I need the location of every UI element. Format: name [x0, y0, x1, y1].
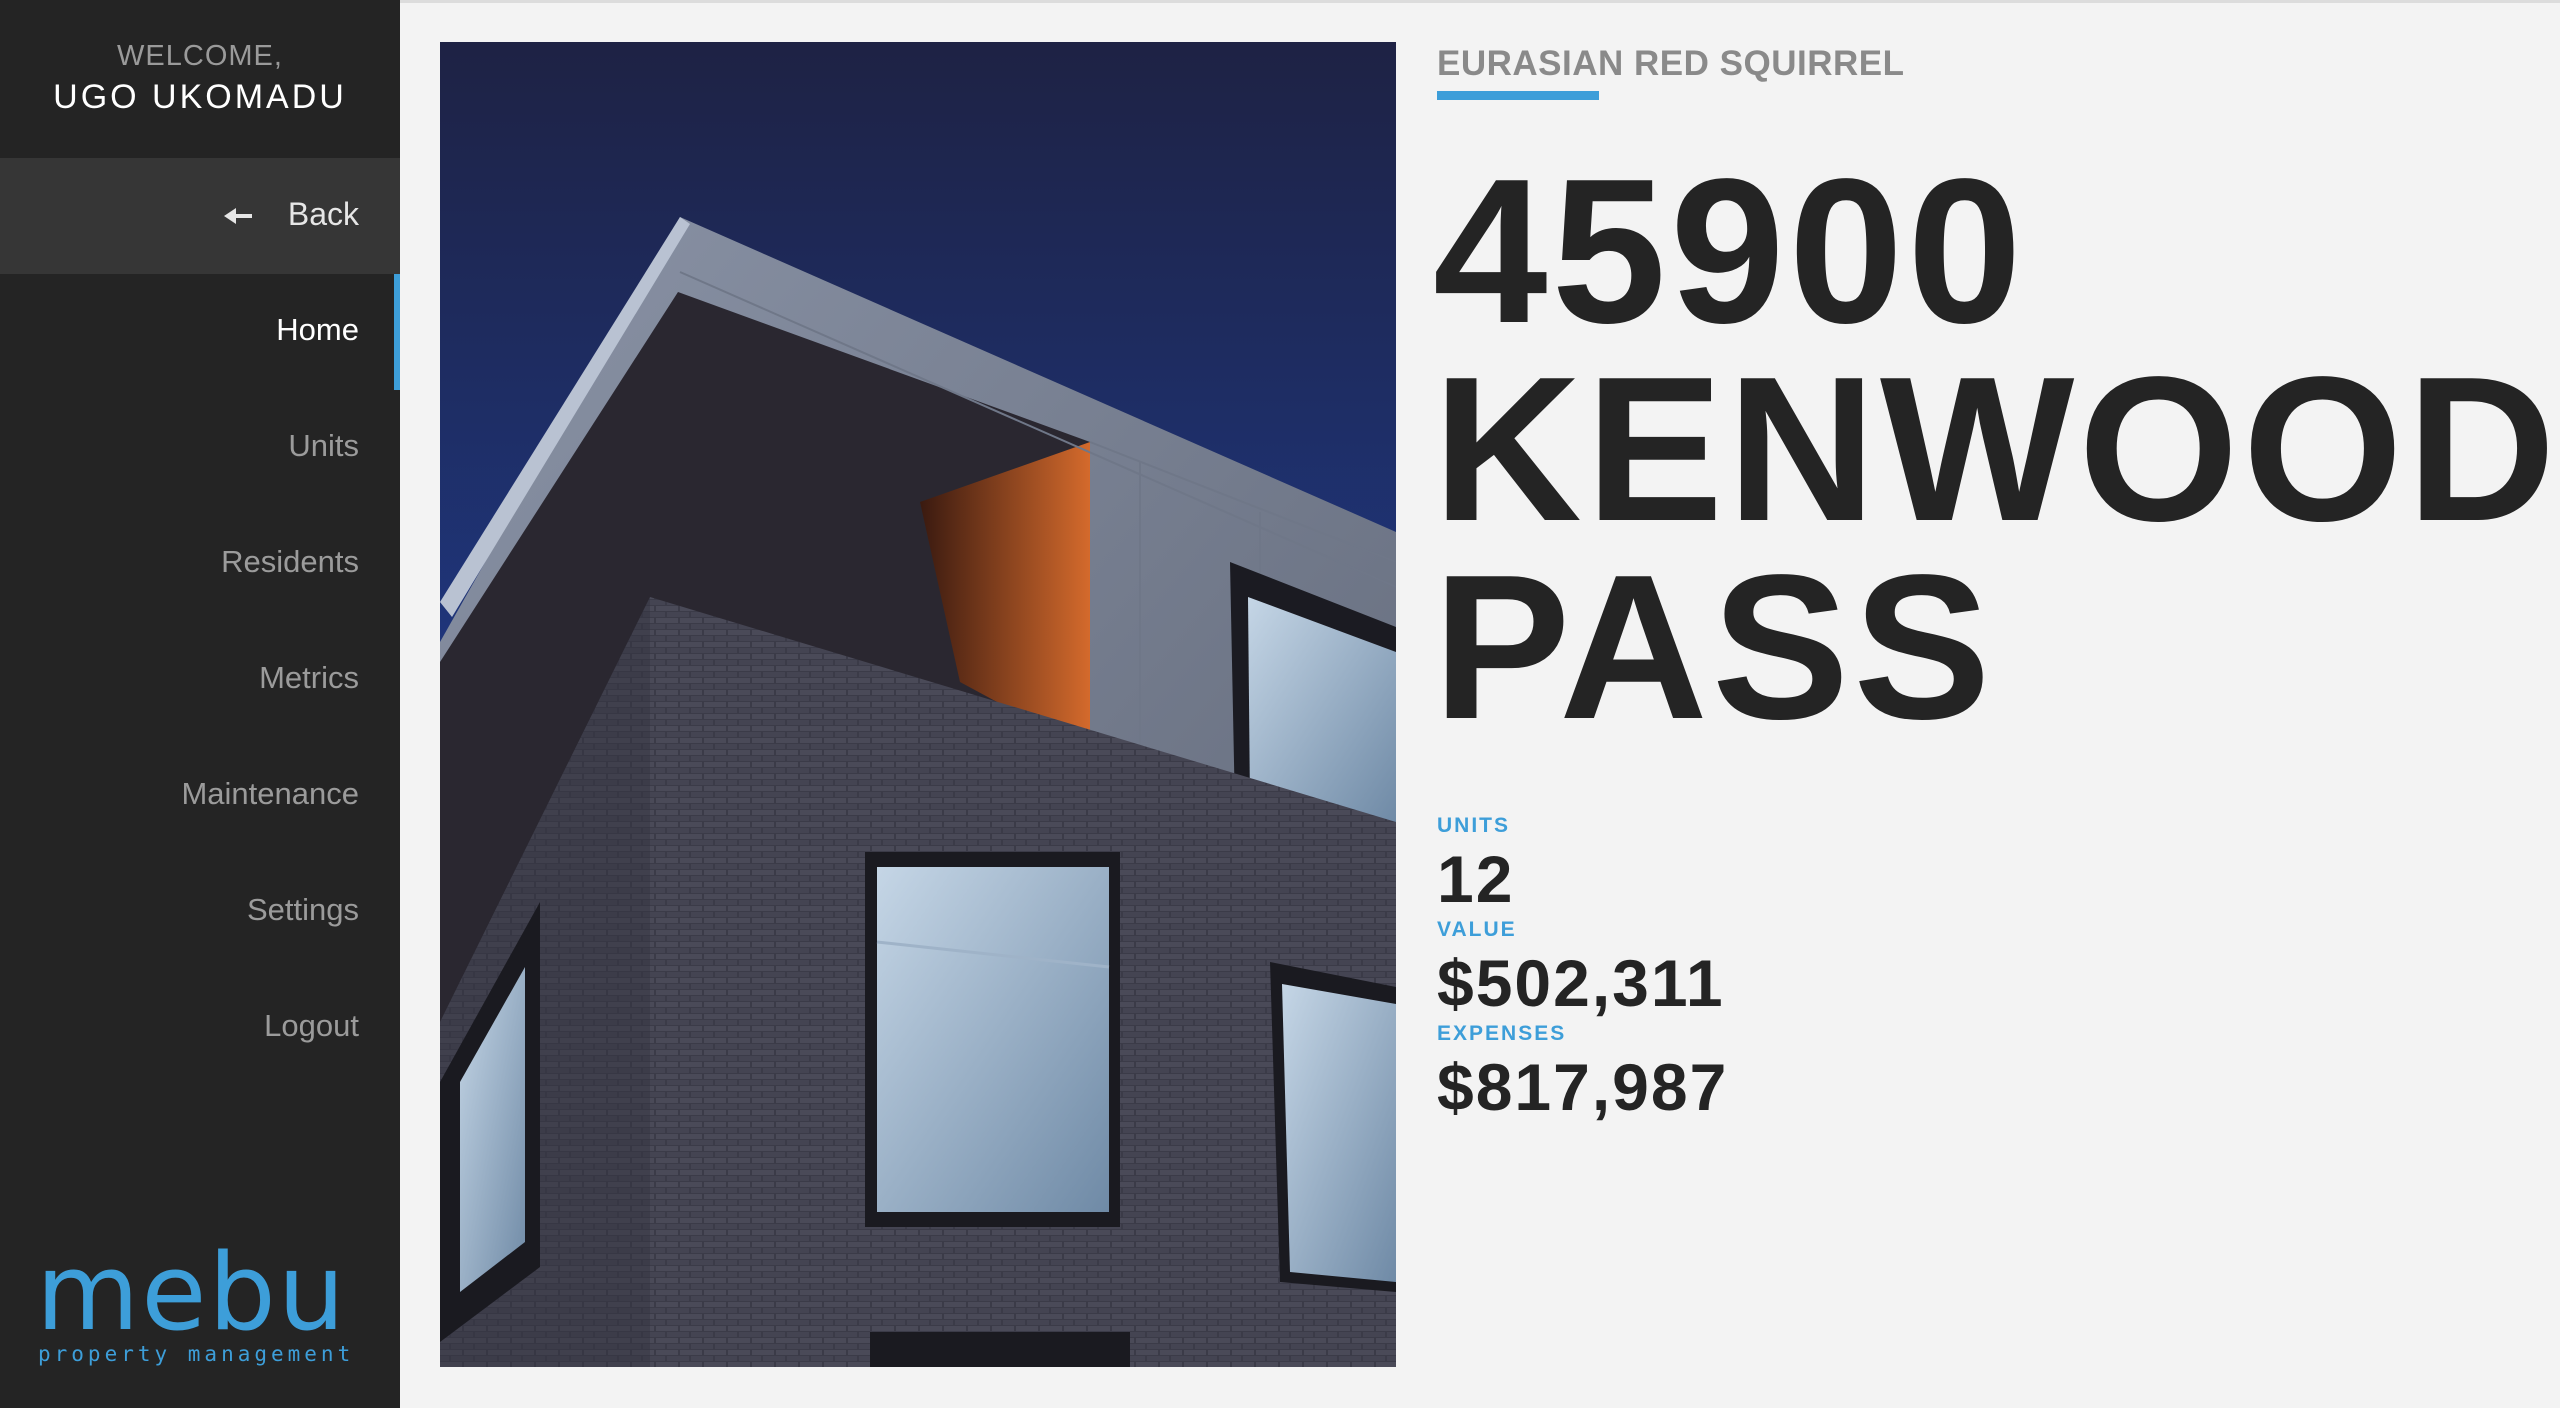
address-line: PASS — [1433, 532, 1995, 762]
address-line: KENWOOD — [1433, 334, 2560, 564]
value-amount: $502,311 — [1437, 946, 1725, 1020]
sidebar-item-label: Home — [276, 312, 359, 347]
welcome-label: WELCOME, — [117, 40, 283, 72]
sidebar-item-home[interactable]: Home — [0, 274, 400, 390]
address-line: 45900 — [1433, 136, 2026, 366]
property-subtitle: EURASIAN RED SQUIRREL — [1437, 44, 1905, 83]
sidebar-item-metrics[interactable]: Metrics — [0, 622, 400, 738]
units-label: UNITS — [1437, 814, 1510, 837]
sidebar-item-label: Units — [288, 428, 359, 463]
sidebar-item-label: Maintenance — [181, 776, 359, 811]
active-indicator — [394, 274, 400, 390]
sidebar-item-units[interactable]: Units — [0, 390, 400, 506]
logo-tagline: property management — [38, 1342, 355, 1366]
sidebar-item-residents[interactable]: Residents — [0, 506, 400, 622]
mebu-logo[interactable]: mebu property management — [36, 1240, 366, 1380]
sidebar-item-label: Logout — [264, 1008, 359, 1043]
arrow-left-icon — [224, 208, 252, 224]
sidebar-item-label: Metrics — [259, 660, 359, 695]
sidebar-item-label: Settings — [246, 892, 359, 927]
sidebar-item-label: Residents — [221, 544, 359, 579]
value-label: VALUE — [1437, 918, 1517, 941]
sidebar: WELCOME, UGO UKOMADU Back Home Units Res… — [0, 0, 400, 1408]
sidebar-item-settings[interactable]: Settings — [0, 854, 400, 970]
property-address: 45900 KENWOOD PASS — [1433, 136, 2560, 762]
user-name: UGO UKOMADU — [53, 78, 347, 116]
expenses-label: EXPENSES — [1437, 1022, 1567, 1045]
back-label: Back — [287, 196, 359, 232]
welcome-block: WELCOME, UGO UKOMADU — [0, 0, 400, 158]
sidebar-item-maintenance[interactable]: Maintenance — [0, 738, 400, 854]
logo-wordmark: mebu — [36, 1231, 347, 1354]
expenses-amount: $817,987 — [1437, 1050, 1729, 1124]
back-button[interactable]: Back — [0, 158, 400, 274]
property-photo — [440, 42, 1396, 1367]
units-value: 12 — [1437, 842, 1515, 916]
property-details: EURASIAN RED SQUIRREL 45900 KENWOOD PASS… — [1433, 0, 2556, 1408]
sidebar-item-logout[interactable]: Logout — [0, 970, 400, 1086]
subtitle-underline — [1437, 91, 1599, 100]
